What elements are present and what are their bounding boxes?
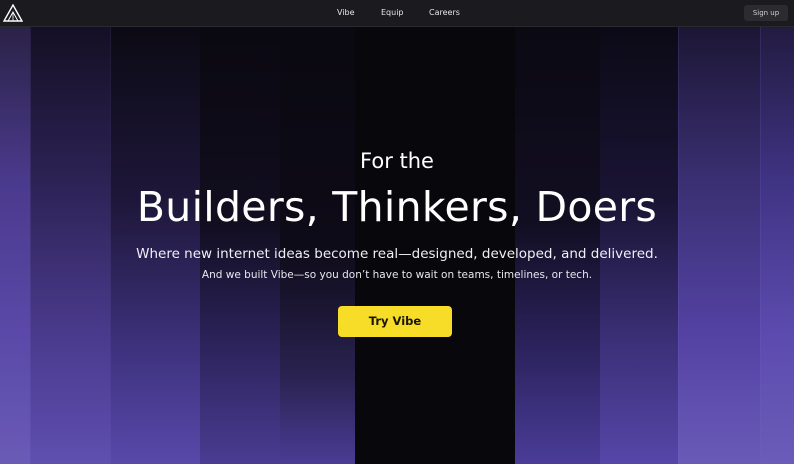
- hero-tagline: And we built Vibe—so you don’t have to w…: [201, 269, 593, 281]
- hero-subtitle: Where new internet ideas become real—des…: [136, 246, 658, 262]
- hero-section: For the Builders, Thinkers, Doers Where …: [0, 0, 794, 464]
- hero-eyebrow: For the: [360, 149, 434, 173]
- try-vibe-button[interactable]: Try Vibe: [338, 306, 452, 337]
- hero-headline: Builders, Thinkers, Doers: [136, 183, 658, 231]
